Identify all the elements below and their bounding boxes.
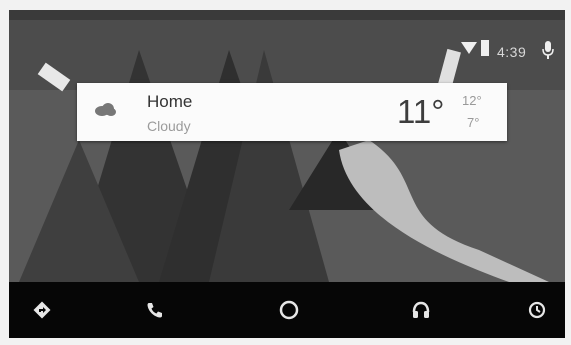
home-circle-icon bbox=[279, 300, 299, 320]
nav-bar bbox=[9, 282, 565, 338]
wifi-icon bbox=[461, 42, 477, 54]
weather-card[interactable]: Home Cloudy 11° 12° 7° bbox=[77, 83, 507, 141]
clock-time: 4:39 bbox=[497, 44, 527, 60]
clock-back-icon bbox=[528, 301, 546, 319]
low-temperature: 7° bbox=[467, 115, 480, 130]
high-temperature: 12° bbox=[462, 93, 482, 108]
mic-icon[interactable] bbox=[541, 41, 555, 59]
nav-button-audio[interactable] bbox=[393, 282, 449, 338]
status-bar: 4:39 bbox=[365, 38, 565, 62]
current-temperature: 11° bbox=[397, 93, 445, 130]
nav-button-phone[interactable] bbox=[127, 282, 183, 338]
nav-button-home[interactable] bbox=[261, 282, 317, 338]
headphones-icon bbox=[412, 301, 430, 318]
car-screen: 4:39 Home Cloudy 11° 12° 7° bbox=[9, 10, 565, 338]
nav-button-system[interactable] bbox=[509, 282, 565, 338]
cloud-icon bbox=[95, 103, 116, 116]
directions-icon bbox=[33, 301, 51, 319]
phone-icon bbox=[147, 303, 162, 318]
nav-button-navigation[interactable] bbox=[14, 282, 70, 338]
weather-condition: Cloudy bbox=[147, 118, 191, 134]
device-frame: 4:39 Home Cloudy 11° 12° 7° bbox=[0, 0, 571, 345]
weather-location: Home bbox=[147, 92, 193, 111]
signal-icon bbox=[481, 40, 489, 56]
